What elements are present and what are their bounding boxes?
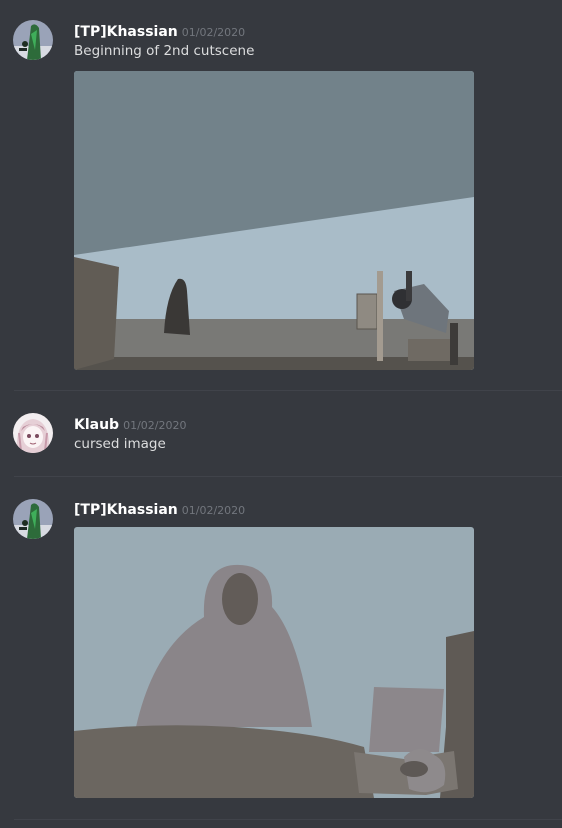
green-character-avatar-icon [13, 20, 53, 60]
author-name[interactable]: Klaub [74, 417, 119, 433]
anime-girl-avatar-icon [13, 413, 53, 453]
user-avatar[interactable] [13, 20, 53, 60]
user-avatar[interactable] [13, 499, 53, 539]
timestamp: 01/02/2020 [181, 504, 246, 517]
message-text: Beginning of 2nd cutscene [74, 43, 255, 59]
timestamp: 01/02/2020 [181, 26, 246, 39]
message-group: Klaub 01/02/2020 cursed image [0, 391, 562, 476]
image-attachment[interactable] [74, 527, 474, 798]
image-attachment[interactable] [74, 71, 474, 370]
message-header: [TP]Khassian 01/02/2020 [74, 499, 245, 518]
message-header: Klaub 01/02/2020 [74, 414, 187, 433]
timestamp: 01/02/2020 [123, 419, 187, 432]
author-name[interactable]: [TP]Khassian [74, 24, 178, 40]
author-name[interactable]: [TP]Khassian [74, 502, 178, 518]
message-divider [14, 819, 562, 820]
message-group: [TP]Khassian 01/02/2020 Beginning of 2nd … [0, 0, 562, 390]
cloaked-figure-closeup-image-icon [74, 527, 474, 798]
user-avatar[interactable] [13, 413, 53, 453]
message-header: [TP]Khassian 01/02/2020 [74, 21, 245, 40]
green-character-avatar-icon [13, 499, 53, 539]
message-text: cursed image [74, 436, 166, 452]
message-group: [TP]Khassian 01/02/2020 [0, 477, 562, 819]
cutscene-room-image-icon [74, 71, 474, 370]
